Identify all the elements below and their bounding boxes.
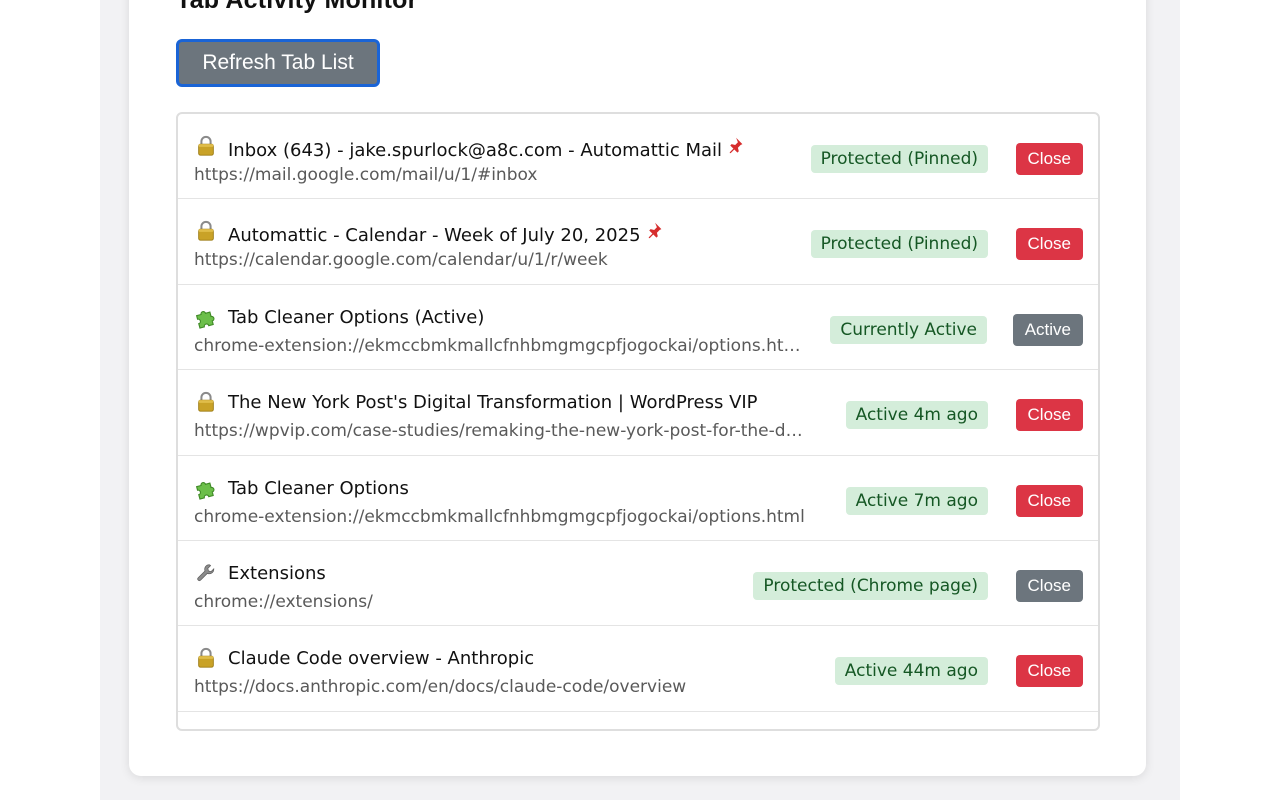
- close-tab-button[interactable]: Close: [1015, 484, 1083, 517]
- status-badge: Active 4m ago: [845, 401, 988, 430]
- wrench-icon: [194, 561, 218, 585]
- tab-title: The New York Post's Digital Transformati…: [228, 392, 758, 413]
- tab-title: Extensions: [228, 563, 326, 584]
- page-title: Tab Activity Monitor: [176, 0, 418, 14]
- tab-title: Claude Code overview - Anthropic: [228, 648, 534, 669]
- tab-row: Tab Cleaner Options chrome-extension://ek…: [178, 456, 1098, 541]
- tab-row: Extensions chrome://extensions/Protected …: [178, 541, 1098, 627]
- status-badge: Protected (Pinned): [810, 230, 988, 259]
- tab-title-text: Tab Cleaner Options (Active): [228, 306, 485, 328]
- tab-row: Tab Cleaner Options (Active) chrome-exten…: [178, 285, 1098, 371]
- tab-url: chrome://extensions/: [194, 591, 373, 612]
- tab-title-text: Tab Cleaner Options: [228, 477, 409, 499]
- tab-title: Tab Cleaner Options (Active): [228, 307, 484, 328]
- tab-title: Inbox (643) - jake.spurlock@a8c.com - Au…: [228, 136, 746, 161]
- status-badge: Currently Active: [830, 315, 987, 344]
- tab-title: Tab Cleaner Options: [228, 478, 409, 499]
- tab-url: chrome-extension://ekmccbmkmallcfnhbmgmg…: [194, 506, 805, 527]
- tab-title-text: Inbox (643) - jake.spurlock@a8c.com - Au…: [228, 140, 723, 161]
- tab-title-text: Extensions: [228, 562, 326, 584]
- lock-icon: [194, 134, 218, 158]
- refresh-tab-list-button[interactable]: Refresh Tab List: [176, 39, 380, 87]
- tab-title-text: Claude Code overview - Anthropic: [228, 648, 535, 670]
- tab-row: Claude Code overview - Anthropic https://…: [178, 626, 1098, 712]
- tab-row: Automattic - Calendar - Week of July 20,…: [178, 199, 1098, 285]
- pushpin-icon: [728, 136, 746, 159]
- tab-title: Automattic - Calendar - Week of July 20,…: [228, 221, 665, 246]
- tab-url: https://calendar.google.com/calendar/u/1…: [194, 250, 608, 271]
- status-badge: Active 44m ago: [834, 657, 988, 686]
- puzzle-piece-icon: [194, 476, 218, 500]
- tab-row: The New York Post's Digital Transformati…: [178, 370, 1098, 456]
- tab-list: Inbox (643) - jake.spurlock@a8c.com - Au…: [176, 112, 1100, 731]
- tab-url: https://docs.anthropic.com/en/docs/claud…: [194, 677, 687, 698]
- tab-title-text: Automattic - Calendar - Week of July 20,…: [228, 225, 641, 247]
- status-badge: Protected (Pinned): [810, 145, 988, 173]
- tab-url: https://mail.google.com/mail/u/1/#inbox: [194, 165, 538, 185]
- puzzle-piece-icon: [194, 305, 218, 329]
- tab-title-text: The New York Post's Digital Transformati…: [228, 392, 758, 414]
- tab-url: https://wpvip.com/case-studies/remaking-…: [194, 421, 803, 442]
- close-tab-button[interactable]: Close: [1015, 569, 1083, 602]
- close-tab-button[interactable]: Close: [1015, 655, 1083, 688]
- status-badge: Protected (Chrome page): [753, 571, 988, 600]
- close-tab-button[interactable]: Close: [1015, 399, 1083, 432]
- pushpin-icon: [647, 221, 665, 244]
- tab-row: Inbox (643) - jake.spurlock@a8c.com - Au…: [178, 114, 1098, 200]
- lock-icon: [194, 219, 218, 243]
- lock-icon: [194, 390, 218, 414]
- close-tab-button[interactable]: Close: [1015, 228, 1083, 261]
- close-tab-button[interactable]: Close: [1015, 143, 1083, 175]
- active-tab-button[interactable]: Active: [1012, 313, 1083, 346]
- tab-url: chrome-extension://ekmccbmkmallcfnhbmgmg…: [194, 335, 801, 356]
- lock-icon: [194, 646, 218, 670]
- status-badge: Active 7m ago: [845, 486, 988, 515]
